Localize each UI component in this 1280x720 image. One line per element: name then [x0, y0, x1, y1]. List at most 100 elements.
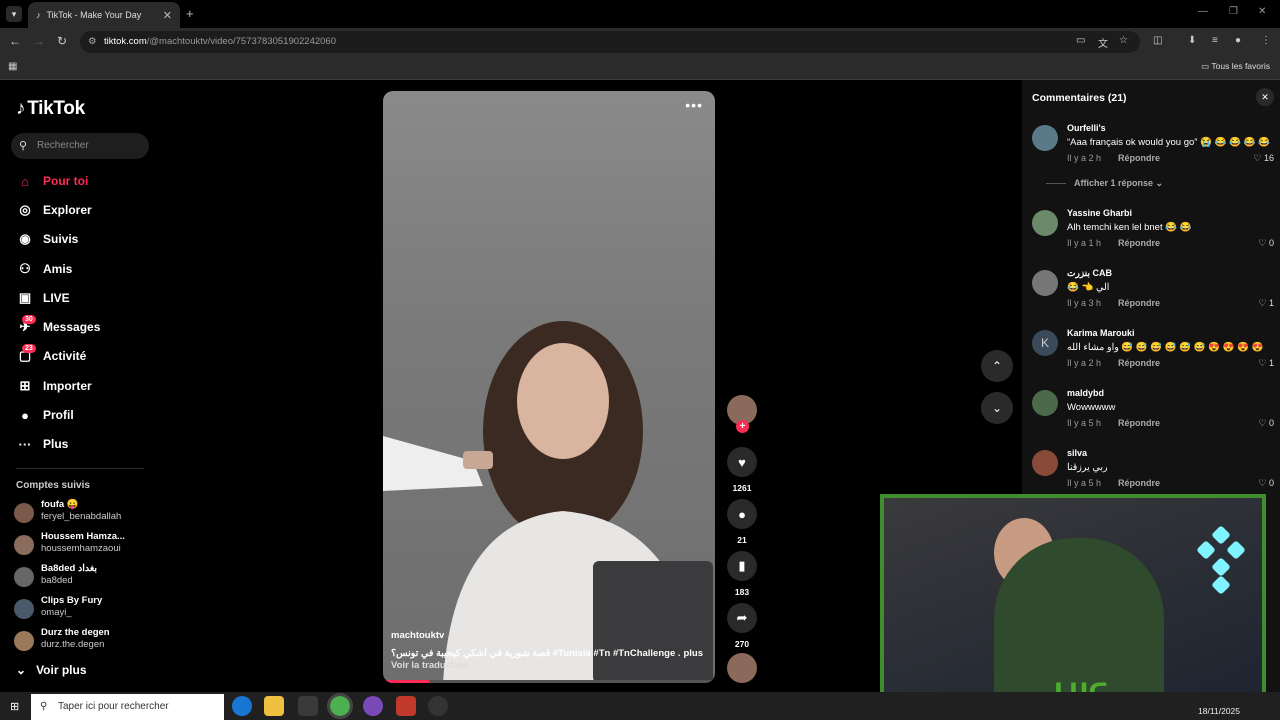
heart-outline-icon: ♡	[1253, 153, 1264, 163]
following-avatar-icon: ◉	[19, 231, 31, 246]
reload-icon[interactable]: ↻	[57, 34, 67, 48]
live-icon: ▣	[18, 290, 32, 305]
search-input[interactable]: ⚲ Rechercher	[11, 133, 149, 159]
see-translation-link[interactable]: Voir la traduction	[391, 660, 468, 671]
sidebar-item-label: Amis	[43, 262, 73, 276]
comment-like-button[interactable]: ♡ 16	[1253, 153, 1274, 164]
bookmark-icon[interactable]: ▮	[727, 551, 757, 581]
sidebar-item-following[interactable]: ◉ Suivis	[16, 227, 78, 251]
all-bookmarks-button[interactable]: ▭ Tous les favoris	[1201, 61, 1270, 72]
avatar	[14, 631, 34, 651]
taskbar-search-placeholder: Taper ici pour rechercher	[58, 701, 169, 712]
taskbar-search-input[interactable]: ⚲ Taper ici pour rechercher	[31, 694, 224, 720]
store-icon[interactable]	[298, 696, 318, 716]
caption-more-button[interactable]: plus	[683, 648, 703, 659]
close-window-icon[interactable]: ✕	[1258, 6, 1266, 17]
like-action[interactable]: ♥ 1261	[727, 447, 757, 493]
share-icon[interactable]: ➦	[727, 603, 757, 633]
profile-avatar-icon[interactable]: ●	[1235, 35, 1241, 46]
close-comments-icon[interactable]: ✕	[1256, 88, 1274, 106]
url-domain: tiktok.com	[104, 36, 147, 47]
obs-icon[interactable]	[428, 696, 448, 716]
sidebar-item-more[interactable]: ··· Plus	[16, 432, 69, 456]
sidebar-item-friends[interactable]: ⚇ Amis	[16, 257, 72, 281]
replies-line	[1046, 183, 1066, 185]
video-frame-image	[383, 321, 713, 683]
sidebar-item-label: Explorer	[43, 203, 92, 217]
browser-tab[interactable]: ♪ TikTok - Make Your Day ✕	[28, 2, 180, 28]
tiktok-logo[interactable]: ♪ TikTok	[16, 98, 85, 120]
download-icon[interactable]: ⬇	[1188, 35, 1196, 46]
close-tab-icon[interactable]: ✕	[163, 9, 172, 22]
video-caption: قصة شورية في أشكي كيجيبة في تونس؟ #Tunis…	[391, 648, 681, 659]
sidebar-item-upload[interactable]: ⊞ Importer	[16, 374, 92, 398]
comment-user[interactable]: Ourfelli's	[1067, 123, 1106, 133]
apps-grid-icon[interactable]: ▦	[8, 61, 17, 72]
sidebar-item-activity[interactable]: ▢ 23 Activité	[16, 344, 86, 368]
edge-icon[interactable]	[232, 696, 252, 716]
tiktok-note-icon: ♪	[16, 98, 26, 119]
avatar	[14, 503, 34, 523]
video-player[interactable]: ••• machtouktv قصة شورية في أشكي كيجيبة …	[383, 91, 715, 683]
restore-icon[interactable]: ❐	[1229, 6, 1238, 17]
bookmark-star-icon[interactable]: ☆	[1119, 35, 1128, 46]
sidebar-item-label: Messages	[43, 320, 101, 334]
search-icon: ⚲	[19, 140, 28, 152]
video-author[interactable]: machtouktv	[391, 630, 444, 641]
account-handle: ba8ded	[41, 575, 73, 586]
share-action[interactable]: ➦ 270	[727, 603, 757, 649]
bookmarks-bar: ▦ ▭ Tous les favoris	[0, 56, 1280, 80]
app-icon[interactable]	[363, 696, 383, 716]
heart-icon[interactable]: ♥	[727, 447, 757, 477]
previous-video-button[interactable]: ⌃	[981, 350, 1013, 382]
sidebar-item-live[interactable]: ▣ LIVE	[16, 286, 70, 310]
app-icon[interactable]	[396, 696, 416, 716]
chrome-icon[interactable]	[327, 693, 353, 719]
file-explorer-icon[interactable]	[264, 696, 284, 716]
sidebar-item-messages[interactable]: ✈ 30 Messages	[16, 315, 100, 339]
folder-icon: ▭	[1201, 61, 1212, 71]
extensions-icon[interactable]: ◫	[1153, 35, 1162, 46]
reply-button[interactable]: Répondre	[1118, 153, 1160, 163]
site-info-icon[interactable]: ⚙	[88, 31, 97, 53]
browser-menu-icon[interactable]: ⋮	[1261, 35, 1271, 46]
video-progress-bar[interactable]	[383, 680, 715, 683]
account-handle: omayi_	[41, 607, 72, 618]
next-video-button[interactable]: ⌄	[981, 392, 1013, 424]
cast-icon[interactable]: ▭	[1076, 35, 1085, 46]
sidebar-item-label: Activité	[43, 349, 87, 363]
address-bar[interactable]: ⚙ tiktok.com/@machtouktv/video/757378305…	[80, 31, 1140, 53]
sidebar-item-for-you[interactable]: ⌂ Pour toi	[16, 169, 88, 193]
comments-count: 21	[737, 535, 747, 545]
tab-search-button[interactable]: ▾	[6, 6, 22, 22]
sidebar-divider	[16, 468, 144, 469]
translate-icon[interactable]: 文	[1098, 35, 1108, 50]
search-icon: ⚲	[40, 701, 48, 712]
comment-text: “Aaa français ok would you go” 😭 😂 😂 😂 😂	[1067, 137, 1270, 148]
comment-action[interactable]: ● 21	[727, 499, 757, 545]
light-panel	[1196, 540, 1216, 560]
more-icon: ···	[18, 436, 32, 452]
sidebar-item-explore[interactable]: ◎ Explorer	[16, 198, 92, 222]
sidebar-item-label: LIVE	[43, 291, 70, 305]
video-options-icon[interactable]: •••	[685, 97, 703, 113]
minimize-icon[interactable]: —	[1198, 6, 1208, 17]
sound-avatar[interactable]	[727, 653, 757, 683]
new-tab-icon[interactable]: +	[186, 6, 194, 21]
avatar[interactable]	[1032, 125, 1058, 151]
light-panel	[1226, 540, 1246, 560]
comment-icon[interactable]: ●	[727, 499, 757, 529]
save-action[interactable]: ▮ 183	[727, 551, 757, 597]
back-icon[interactable]: ←	[9, 34, 21, 48]
saves-count: 183	[734, 587, 750, 597]
avatar	[14, 599, 34, 619]
windows-start-icon[interactable]: ⊞	[10, 700, 19, 713]
comment-item: Ourfelli's “Aaa français ok would you go…	[1032, 123, 1280, 163]
show-replies-button[interactable]: Afficher 1 réponse ⌄	[1046, 178, 1163, 189]
see-more-accounts-button[interactable]: ⌄ Voir plus	[16, 663, 87, 677]
search-placeholder: Rechercher	[37, 140, 89, 151]
media-icon[interactable]: ≡	[1212, 35, 1218, 46]
follow-plus-icon[interactable]: +	[736, 420, 749, 433]
sidebar-item-profile[interactable]: ● Profil	[16, 403, 74, 427]
forward-icon[interactable]: →	[33, 34, 45, 48]
